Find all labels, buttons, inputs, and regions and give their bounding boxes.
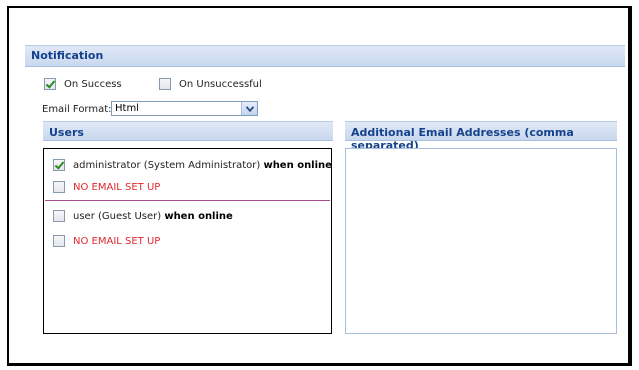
email-format-label: Email Format: [42, 104, 112, 115]
user-item-guest[interactable]: user (Guest User) when online [53, 210, 233, 222]
on-unsuccessful-checkbox[interactable] [159, 78, 171, 90]
administrator-no-email-item[interactable]: NO EMAIL SET UP [53, 181, 160, 193]
user-divider [45, 200, 330, 201]
user-status: when online [164, 211, 233, 222]
administrator-checkbox[interactable] [53, 159, 65, 171]
on-unsuccessful-label: On Unsuccessful [179, 79, 262, 90]
guest-no-email-checkbox[interactable] [53, 235, 65, 247]
notification-title: Notification [31, 49, 104, 62]
email-format-select[interactable]: Html [111, 101, 258, 116]
no-email-warning: NO EMAIL SET UP [73, 182, 161, 193]
on-unsuccessful-option[interactable]: On Unsuccessful [159, 78, 262, 90]
guest-user-checkbox[interactable] [53, 210, 65, 222]
users-header: Users [43, 121, 333, 141]
no-email-warning: NO EMAIL SET UP [73, 236, 161, 247]
administrator-no-email-checkbox[interactable] [53, 181, 65, 193]
email-format-value: Html [115, 103, 139, 114]
on-success-option[interactable]: On Success [44, 78, 122, 90]
on-success-checkbox[interactable] [44, 78, 56, 90]
additional-emails-textarea[interactable] [345, 148, 617, 334]
notification-header: Notification [25, 45, 625, 67]
user-item-administrator[interactable]: administrator (System Administrator) whe… [53, 159, 332, 171]
user-status: when online [263, 160, 332, 171]
additional-emails-header: Additional Email Addresses (comma separa… [345, 121, 617, 152]
on-success-label: On Success [64, 79, 122, 90]
user-name: administrator (System Administrator) [73, 160, 261, 171]
user-name: user (Guest User) [73, 211, 162, 222]
chevron-down-icon[interactable] [241, 102, 257, 115]
guest-no-email-item[interactable]: NO EMAIL SET UP [53, 235, 160, 247]
